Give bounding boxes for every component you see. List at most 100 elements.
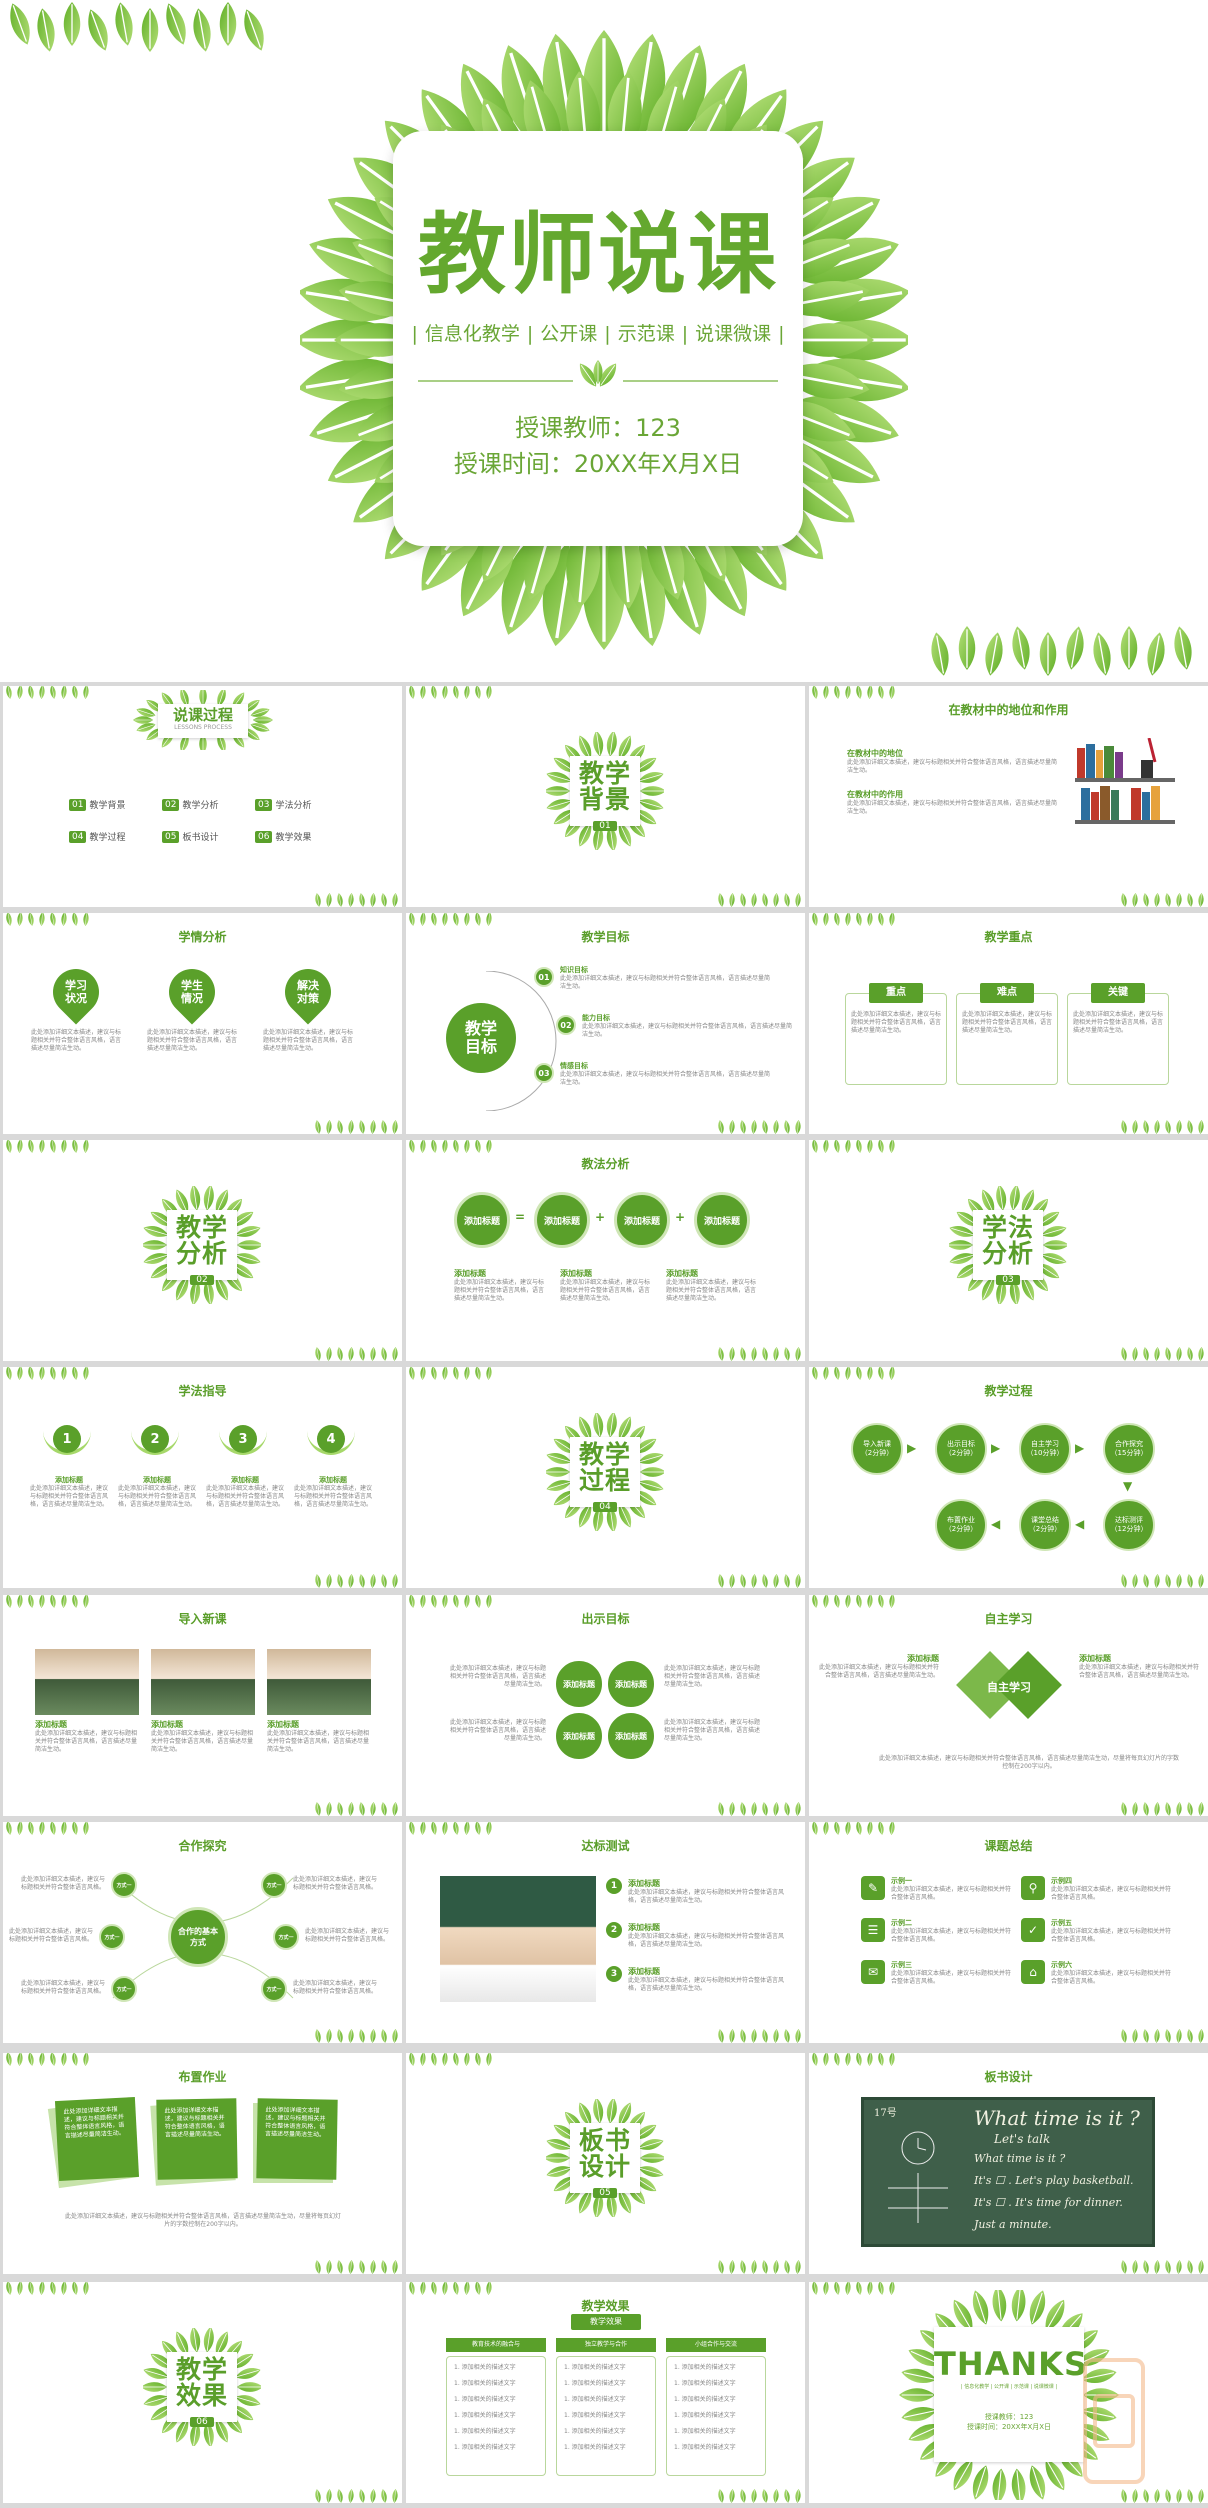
effect-row: 1. 添加相关的描述文字 [564,2444,626,2451]
section-number: 05 [593,2188,617,2198]
slide-section-05[interactable]: 板书 设计 05 [406,2053,805,2274]
section-title-line-1: 教学 [578,1440,631,1469]
step-number: 1 [53,1425,81,1453]
slide-study-guide[interactable]: 学法指导 1 添加标题 此处添加详细文本描述，建议与标题相关并符合整体语言风格，… [3,1367,402,1588]
step-time: （15分钟） [1110,1449,1148,1457]
slide-teaching-goals[interactable]: 教学目标 教学 目标 01 知识目标 此处添加详细文本描述，建议与标题相关并符合整… [406,913,805,1134]
step-number: 4 [317,1425,345,1453]
toc-item[interactable]: 06 教学效果 [255,830,311,843]
toc-item-label: 教学效果 [275,833,312,843]
slide-teaching-process[interactable]: 教学过程 导入新课 （2分钟） 出示目标 （2分钟） 自主学习 （10分钟） 合作探究 （15… [809,1367,1208,1588]
section-card: 教学 分析 02 [141,1183,263,1307]
goal-label: 能力目标 [582,1014,610,1022]
step-time: （10分钟） [1026,1449,1064,1457]
slide-cooperative[interactable]: 合作探究 合作的基本方式 方式一 此处添加详细文本描述，建议与标题相关并符合整体语… [3,1822,402,2043]
photo-title: 添加标题 [151,1720,183,1729]
slide-section-06[interactable]: 教学 效果 06 [3,2282,402,2503]
diamond-group: 自主学习 [944,1651,1074,1735]
process-step: 合作探究 （15分钟） [1103,1423,1155,1475]
teacher-info: 授课教师：123 授课时间：20XX年X月X日 [393,410,803,482]
corner-leaves [407,2053,493,2067]
goal-desc: 此处添加详细文本描述，建议与标题相关并符合整体语言风格，语言描述尽量简洁生动。 [582,1023,793,1038]
section-title-line-1: 板书 [578,2126,631,2155]
slide-homework[interactable]: 布置作业 此处添加详细文本描述，建议与标题相关并符合整体语言风格，语言描述尽量简… [3,2053,402,2274]
slide-toc[interactable]: 说课过程 LESSONS PROCESS 01 教学背景 02 教学分析 03 … [3,686,402,907]
slide-board-design[interactable]: 板书设计 17号 What time is it ? Let's talk Wh… [809,2053,1208,2274]
slide-introduce[interactable]: 导入新课 添加标题 此处添加详细文本描述，建议与标题相关并符合整体语言风格，语言… [3,1595,402,1816]
slide-teaching-focus[interactable]: 教学重点 重点 此处添加详细文本描述，建议与标题相关并符合整体语言风格，语言描述… [809,913,1208,1134]
step-number: 2 [141,1425,169,1453]
toc-item[interactable]: 03 学法分析 [255,798,311,811]
photo-desc: 此处添加详细文本描述，建议与标题相关并符合整体语言风格，语言描述尽量简洁生动。 [151,1730,254,1753]
corner-leaves [407,1595,493,1609]
method-circle: 添加标题 [694,1192,750,1248]
slide-teaching-effect[interactable]: 教学效果 教学效果 教育技术的融合与 1. 添加相关的描述文字 1. 添加相关的描… [406,2282,805,2503]
slide-section-03[interactable]: 学法 分析 03 [809,1140,1208,1361]
flow-arrow-icon: ◀ [1075,1517,1085,1531]
analysis-desc: 此处添加详细文本描述，建议与标题相关并符合整体语言风格，语言描述尽量简洁生动。 [263,1029,354,1052]
goal-desc: 此处添加详细文本描述，建议与标题相关并符合整体语言风格，语言描述尽量简洁生动。 [449,1719,546,1742]
section-title-line-1: 教学 [175,1213,228,1242]
flow-arrow-icon: ◀ [991,1517,1001,1531]
toc-item[interactable]: 04 教学过程 [69,830,125,843]
corner-leaves [810,1822,896,1836]
section-number: 06 [190,2417,214,2427]
item-title: 添加标题 [1079,1654,1111,1663]
summary-label: 示例六 [1051,1961,1072,1969]
title-slide[interactable]: 教师说课 | 信息化教学 | 公开课 | 示范课 | 说课微课 | 授课教师：123 授课时间：… [0,0,1208,682]
method-circle: 添加标题 [454,1192,510,1248]
slide-test[interactable]: 达标测试 1 添加标题 此处添加详细文本描述，建议与标题相关并符合整体语言风格，… [406,1822,805,2043]
slide-section-01[interactable]: 教学 背景 01 [406,686,805,907]
title-card: 教师说课 | 信息化教学 | 公开课 | 示范课 | 说课微课 | 授课教师：123 授课时间：… [393,131,803,546]
center-line-1: 教学 [464,1019,497,1038]
section-card: 学法 分析 03 [947,1183,1069,1307]
corner-leaves [407,1140,493,1154]
diamond-label: 自主学习 [987,1681,1031,1694]
center-circle: 合作的基本方式 [168,1907,228,1967]
tag-line: | 信息化教学 | 公开课 | 示范课 | 说课微课 | [411,323,785,345]
corner-leaves [313,1801,399,1816]
section-card: 教学 背景 01 [544,729,666,853]
toc-item[interactable]: 02 教学分析 [162,798,218,811]
section-title-line-1: 学法 [981,1213,1034,1242]
section-title: 板书 设计 [570,2128,640,2180]
toc-item[interactable]: 05 板书设计 [162,830,218,843]
section-title-line-2: 分析 [175,1239,228,1268]
toc-item-number: 04 [69,830,87,843]
slide-method-analysis[interactable]: 教法分析 添加标题 = 添加标题 + 添加标题 + 添加标题 添加标题 此处添加详细文本描述… [406,1140,805,1361]
slide-section-02[interactable]: 教学 分析 02 [3,1140,402,1361]
effect-col-header: 教育技术的融合与 [446,2338,546,2352]
process-step: 达标测评 （12分钟） [1103,1499,1155,1551]
thanks-teacher: 授课教师：123 [984,2413,1034,2421]
toc-subtitle: LESSONS PROCESS [174,724,232,731]
analysis-badge: 学习 状况 [43,959,109,1025]
corner-leaves [716,1119,802,1134]
toc-item-number: 01 [69,798,87,811]
way-node: 方式一 [261,1976,287,2002]
slide-textbook-position[interactable]: 在教材中的地位和作用 在教材中的地位 此处添加详细文本描述，建议与标题相关并符合… [809,686,1208,907]
method-title: 添加标题 [454,1269,486,1278]
photo-title: 添加标题 [35,1720,67,1729]
toc-item[interactable]: 01 教学背景 [69,798,125,811]
slide-thanks[interactable]: THANKS | 信息化教学 | 公开课 | 示范课 | 说课微课 | 授课教师… [809,2282,1208,2503]
focus-tab: 关键 [1091,983,1145,1003]
focus-card [956,993,1058,1085]
slide-summary[interactable]: 课题总结 ✎ 示例一 此处添加详细文本描述，建议与标题相关并符合整体语言风格。 ☰… [809,1822,1208,2043]
toc-item-label: 学法分析 [275,801,312,811]
test-number: 3 [606,1966,622,1982]
corner-leaves [810,1595,896,1609]
slide-section-04[interactable]: 教学 过程 04 [406,1367,805,1588]
summary-desc: 此处添加详细文本描述，建议与标题相关并符合整体语言风格。 [1051,1970,1172,1985]
photo-desc: 此处添加详细文本描述，建议与标题相关并符合整体语言风格，语言描述尽量简洁生动。 [267,1730,370,1753]
step-desc: 此处添加详细文本描述，建议与标题相关并符合整体语言风格，语言描述尽量简洁生动。 [293,1485,372,1508]
slide-show-goals[interactable]: 出示目标 添加标题 添加标题 添加标题 添加标题 此处添加详细文本描述，建议与标题相关并… [406,1595,805,1816]
test-title: 添加标题 [628,1879,660,1888]
slide-learning-analysis[interactable]: 学情分析 学习 状况 此处添加详细文本描述，建议与标题相关并符合整体语言风格，语言… [3,913,402,1134]
slide-self-study[interactable]: 自主学习 自主学习 添加标题 此处添加详细文本描述，建议与标题相关并符合整体语言… [809,1595,1208,1816]
homework-note: 此处添加详细文本描述，建议与标题相关并符合整体语言风格，语言描述尽量简洁生动。 [256,2098,338,2180]
summary-icon: ✎ [861,1876,885,1900]
sprout-icon [573,358,623,398]
way-node: 方式一 [273,1924,299,1950]
section-title: 教学 分析 [167,1215,237,1267]
section-title-line-2: 背景 [578,785,631,814]
